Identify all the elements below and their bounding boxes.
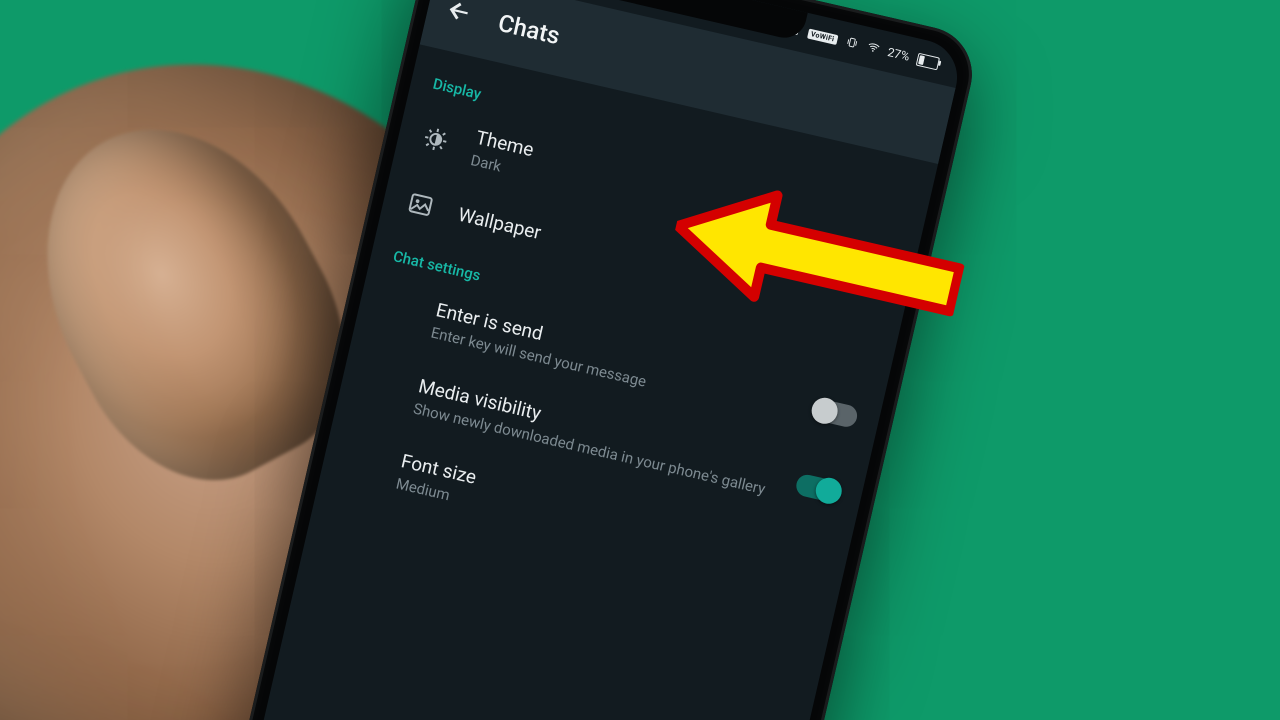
battery-text: 27%: [886, 45, 911, 64]
brightness-icon: [418, 123, 453, 155]
enter-is-send-switch[interactable]: [811, 397, 859, 428]
wifi-icon: [864, 39, 881, 59]
appbar-title: Chats: [495, 9, 562, 50]
media-visibility-switch[interactable]: [794, 473, 842, 504]
stage: 09:30 0.55 KB/S VoWiFi 27%: [0, 0, 1280, 720]
back-button[interactable]: [443, 0, 475, 31]
battery-icon: [916, 52, 940, 70]
vowifi-badge: VoWiFi: [807, 29, 838, 45]
vibrate-icon: [843, 34, 860, 54]
image-icon: [403, 189, 438, 221]
arrow-left-icon: [444, 0, 475, 27]
